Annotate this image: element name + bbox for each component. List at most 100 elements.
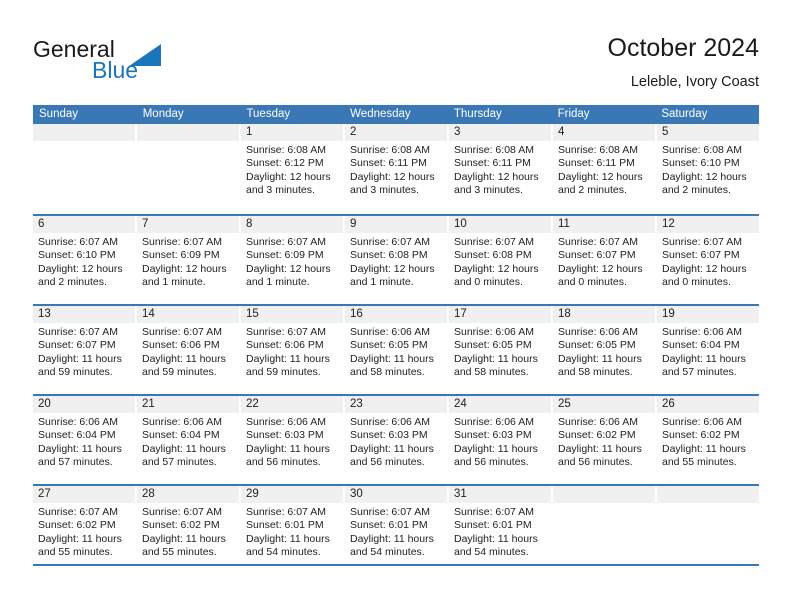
- day-cell[interactable]: 11 Sunrise: 6:07 AM Sunset: 6:07 PM Dayl…: [553, 216, 655, 304]
- day-details: Sunrise: 6:07 AM Sunset: 6:08 PM Dayligh…: [345, 233, 447, 290]
- daylight-text-line2: and 0 minutes.: [454, 276, 523, 289]
- day-cell[interactable]: 12 Sunrise: 6:07 AM Sunset: 6:07 PM Dayl…: [657, 216, 759, 304]
- day-cell[interactable]: 5 Sunrise: 6:08 AM Sunset: 6:10 PM Dayli…: [657, 124, 759, 214]
- daylight-text-line2: and 54 minutes.: [454, 546, 529, 559]
- day-cell[interactable]: 7 Sunrise: 6:07 AM Sunset: 6:09 PM Dayli…: [137, 216, 239, 304]
- day-cell[interactable]: [137, 124, 239, 214]
- day-cell[interactable]: 20 Sunrise: 6:06 AM Sunset: 6:04 PM Dayl…: [33, 396, 135, 484]
- daylight-text-line1: Daylight: 12 hours: [454, 170, 539, 183]
- day-cell[interactable]: 17 Sunrise: 6:06 AM Sunset: 6:05 PM Dayl…: [449, 306, 551, 394]
- sunset-text: Sunset: 6:03 PM: [454, 429, 532, 442]
- day-details: Sunrise: 6:07 AM Sunset: 6:02 PM Dayligh…: [137, 503, 239, 560]
- day-number: 17: [449, 306, 551, 323]
- day-details: Sunrise: 6:06 AM Sunset: 6:03 PM Dayligh…: [449, 413, 551, 470]
- sunrise-text: Sunrise: 6:06 AM: [662, 326, 742, 338]
- week-row: 6 Sunrise: 6:07 AM Sunset: 6:10 PM Dayli…: [33, 214, 759, 304]
- sunrise-text: Sunrise: 6:06 AM: [558, 416, 638, 428]
- day-number: 21: [137, 396, 239, 413]
- week-row: 13 Sunrise: 6:07 AM Sunset: 6:07 PM Dayl…: [33, 304, 759, 394]
- day-number: 25: [553, 396, 655, 413]
- location-subtitle: Leleble, Ivory Coast: [630, 74, 759, 90]
- day-cell[interactable]: 24 Sunrise: 6:06 AM Sunset: 6:03 PM Dayl…: [449, 396, 551, 484]
- day-cell[interactable]: 31 Sunrise: 6:07 AM Sunset: 6:01 PM Dayl…: [449, 486, 551, 574]
- sunrise-text: Sunrise: 6:06 AM: [142, 416, 222, 428]
- week-row: 27 Sunrise: 6:07 AM Sunset: 6:02 PM Dayl…: [33, 484, 759, 574]
- calendar-grid: Sunday Monday Tuesday Wednesday Thursday…: [33, 105, 759, 574]
- day-cell[interactable]: 27 Sunrise: 6:07 AM Sunset: 6:02 PM Dayl…: [33, 486, 135, 574]
- sunset-text: Sunset: 6:05 PM: [454, 339, 532, 352]
- day-details: Sunrise: 6:08 AM Sunset: 6:11 PM Dayligh…: [345, 141, 447, 198]
- daylight-text-line2: and 57 minutes.: [142, 456, 217, 469]
- page-title: October 2024: [607, 34, 760, 62]
- day-cell[interactable]: 19 Sunrise: 6:06 AM Sunset: 6:04 PM Dayl…: [657, 306, 759, 394]
- sunset-text: Sunset: 6:11 PM: [454, 157, 531, 170]
- general-blue-logo[interactable]: General Blue: [33, 36, 163, 84]
- daylight-text-line2: and 54 minutes.: [350, 546, 425, 559]
- day-number: 30: [345, 486, 447, 503]
- daylight-text-line2: and 55 minutes.: [38, 546, 113, 559]
- day-cell[interactable]: 23 Sunrise: 6:06 AM Sunset: 6:03 PM Dayl…: [345, 396, 447, 484]
- daylight-text-line1: Daylight: 12 hours: [558, 262, 643, 275]
- day-cell[interactable]: 9 Sunrise: 6:07 AM Sunset: 6:08 PM Dayli…: [345, 216, 447, 304]
- day-number: [553, 486, 655, 503]
- day-details: [553, 503, 655, 506]
- day-cell[interactable]: 25 Sunrise: 6:06 AM Sunset: 6:02 PM Dayl…: [553, 396, 655, 484]
- day-cell[interactable]: 28 Sunrise: 6:07 AM Sunset: 6:02 PM Dayl…: [137, 486, 239, 574]
- day-details: Sunrise: 6:06 AM Sunset: 6:03 PM Dayligh…: [241, 413, 343, 470]
- sunrise-text: Sunrise: 6:08 AM: [558, 144, 638, 156]
- sunrise-text: Sunrise: 6:08 AM: [454, 144, 534, 156]
- day-details: Sunrise: 6:06 AM Sunset: 6:03 PM Dayligh…: [345, 413, 447, 470]
- day-cell[interactable]: 3 Sunrise: 6:08 AM Sunset: 6:11 PM Dayli…: [449, 124, 551, 214]
- daylight-text-line1: Daylight: 11 hours: [350, 442, 434, 455]
- day-cell[interactable]: [553, 486, 655, 574]
- day-details: Sunrise: 6:07 AM Sunset: 6:06 PM Dayligh…: [137, 323, 239, 380]
- daylight-text-line1: Daylight: 12 hours: [246, 170, 331, 183]
- day-details: Sunrise: 6:07 AM Sunset: 6:01 PM Dayligh…: [345, 503, 447, 560]
- day-cell[interactable]: 1 Sunrise: 6:08 AM Sunset: 6:12 PM Dayli…: [241, 124, 343, 214]
- day-details: [137, 141, 239, 144]
- calendar-page: General Blue October 2024 Leleble, Ivory…: [0, 0, 792, 612]
- sunrise-text: Sunrise: 6:08 AM: [246, 144, 326, 156]
- day-cell[interactable]: 18 Sunrise: 6:06 AM Sunset: 6:05 PM Dayl…: [553, 306, 655, 394]
- sunset-text: Sunset: 6:10 PM: [662, 157, 740, 170]
- day-details: Sunrise: 6:07 AM Sunset: 6:10 PM Dayligh…: [33, 233, 135, 290]
- day-cell[interactable]: 10 Sunrise: 6:07 AM Sunset: 6:08 PM Dayl…: [449, 216, 551, 304]
- day-details: Sunrise: 6:06 AM Sunset: 6:04 PM Dayligh…: [137, 413, 239, 470]
- day-cell[interactable]: [33, 124, 135, 214]
- sunset-text: Sunset: 6:11 PM: [350, 157, 427, 170]
- daylight-text-line1: Daylight: 11 hours: [142, 532, 226, 545]
- daylight-text-line2: and 58 minutes.: [454, 366, 529, 379]
- daylight-text-line1: Daylight: 12 hours: [662, 170, 747, 183]
- day-details: Sunrise: 6:06 AM Sunset: 6:05 PM Dayligh…: [345, 323, 447, 380]
- weekday-header-wednesday: Wednesday: [350, 108, 411, 120]
- sunrise-text: Sunrise: 6:07 AM: [246, 236, 326, 248]
- weekday-header-row: Sunday Monday Tuesday Wednesday Thursday…: [33, 105, 759, 124]
- day-number: 15: [241, 306, 343, 323]
- day-cell[interactable]: 15 Sunrise: 6:07 AM Sunset: 6:06 PM Dayl…: [241, 306, 343, 394]
- day-cell[interactable]: 8 Sunrise: 6:07 AM Sunset: 6:09 PM Dayli…: [241, 216, 343, 304]
- day-cell[interactable]: 4 Sunrise: 6:08 AM Sunset: 6:11 PM Dayli…: [553, 124, 655, 214]
- day-cell[interactable]: 13 Sunrise: 6:07 AM Sunset: 6:07 PM Dayl…: [33, 306, 135, 394]
- sunrise-text: Sunrise: 6:07 AM: [142, 326, 222, 338]
- day-cell[interactable]: 2 Sunrise: 6:08 AM Sunset: 6:11 PM Dayli…: [345, 124, 447, 214]
- daylight-text-line2: and 59 minutes.: [142, 366, 217, 379]
- day-cell[interactable]: 21 Sunrise: 6:06 AM Sunset: 6:04 PM Dayl…: [137, 396, 239, 484]
- sunrise-text: Sunrise: 6:07 AM: [142, 236, 222, 248]
- day-cell[interactable]: 30 Sunrise: 6:07 AM Sunset: 6:01 PM Dayl…: [345, 486, 447, 574]
- day-number: 16: [345, 306, 447, 323]
- day-cell[interactable]: 26 Sunrise: 6:06 AM Sunset: 6:02 PM Dayl…: [657, 396, 759, 484]
- daylight-text-line1: Daylight: 11 hours: [246, 442, 330, 455]
- daylight-text-line1: Daylight: 12 hours: [350, 170, 435, 183]
- day-cell[interactable]: 29 Sunrise: 6:07 AM Sunset: 6:01 PM Dayl…: [241, 486, 343, 574]
- day-number: 31: [449, 486, 551, 503]
- daylight-text-line2: and 2 minutes.: [662, 184, 731, 197]
- daylight-text-line2: and 2 minutes.: [558, 184, 627, 197]
- daylight-text-line2: and 55 minutes.: [662, 456, 737, 469]
- daylight-text-line1: Daylight: 11 hours: [38, 532, 122, 545]
- sunrise-text: Sunrise: 6:06 AM: [350, 326, 430, 338]
- day-cell[interactable]: 16 Sunrise: 6:06 AM Sunset: 6:05 PM Dayl…: [345, 306, 447, 394]
- day-cell[interactable]: [657, 486, 759, 574]
- day-cell[interactable]: 14 Sunrise: 6:07 AM Sunset: 6:06 PM Dayl…: [137, 306, 239, 394]
- day-cell[interactable]: 6 Sunrise: 6:07 AM Sunset: 6:10 PM Dayli…: [33, 216, 135, 304]
- day-cell[interactable]: 22 Sunrise: 6:06 AM Sunset: 6:03 PM Dayl…: [241, 396, 343, 484]
